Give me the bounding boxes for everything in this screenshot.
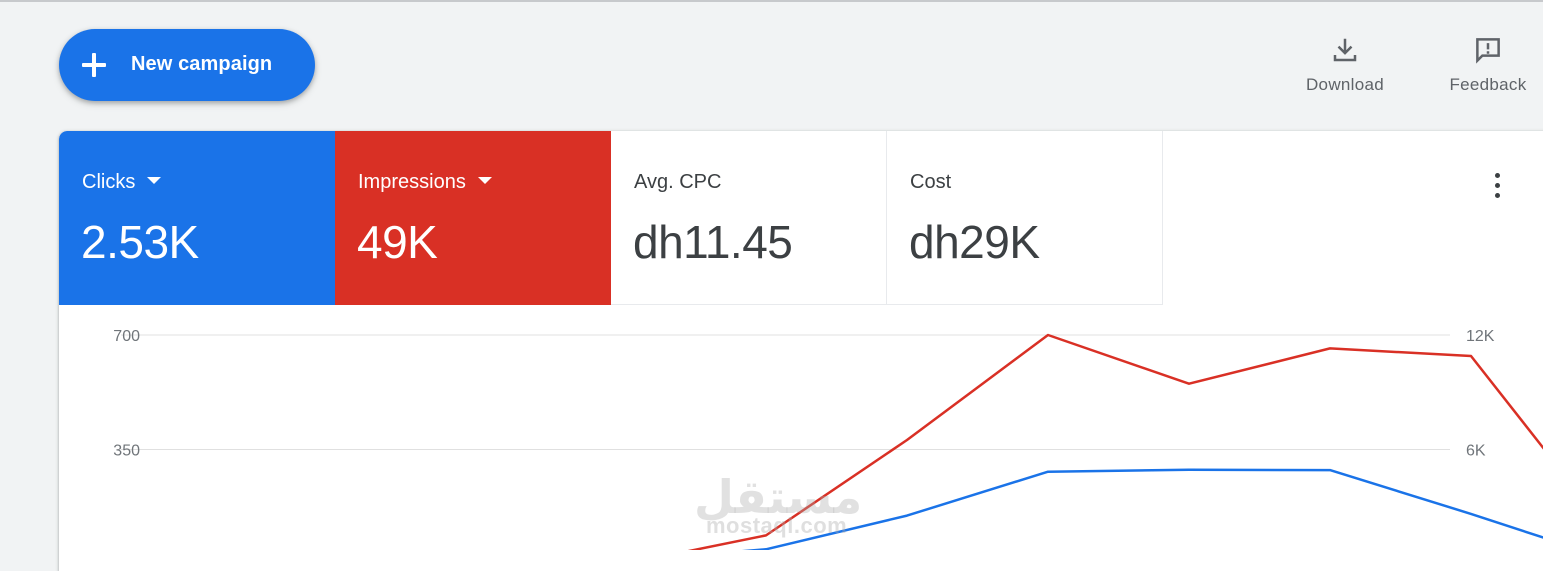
feedback-icon — [1476, 38, 1500, 64]
right-axis-tick: 6K — [1466, 443, 1486, 460]
right-axis-tick: 12K — [1466, 328, 1495, 345]
download-icon — [1333, 38, 1357, 62]
feedback-label: Feedback — [1449, 75, 1527, 94]
left-axis-tick: 350 — [113, 443, 140, 460]
watermark-latin: mostaql.com — [706, 513, 848, 538]
plus-icon — [80, 51, 108, 79]
feedback-button[interactable]: Feedback — [1433, 30, 1543, 100]
download-label: Download — [1305, 75, 1384, 94]
download-button[interactable]: Download — [1290, 30, 1400, 100]
top-divider — [0, 0, 1543, 2]
new-campaign-button[interactable]: New campaign — [59, 29, 315, 101]
left-axis-tick: 700 — [113, 328, 140, 345]
new-campaign-label: New campaign — [131, 53, 273, 75]
